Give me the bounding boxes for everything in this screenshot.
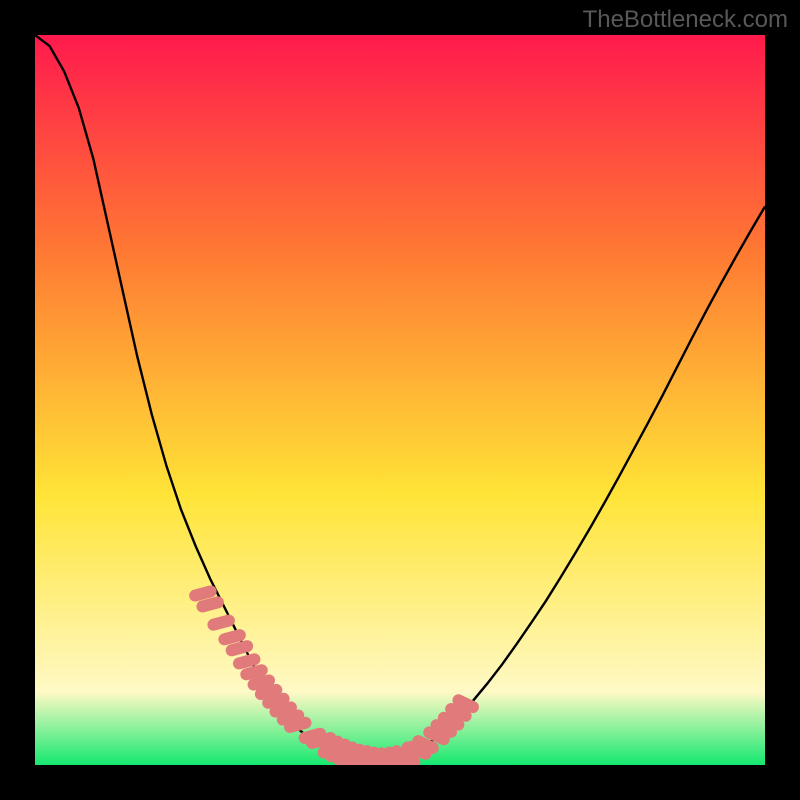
stage: TheBottleneck.com — [0, 0, 800, 800]
curve-marker — [206, 613, 236, 632]
bottleneck-curve — [35, 35, 765, 764]
curve-markers — [188, 584, 481, 765]
plot-area — [35, 35, 765, 765]
watermark-text: TheBottleneck.com — [583, 6, 788, 34]
chart-curve — [35, 35, 765, 765]
